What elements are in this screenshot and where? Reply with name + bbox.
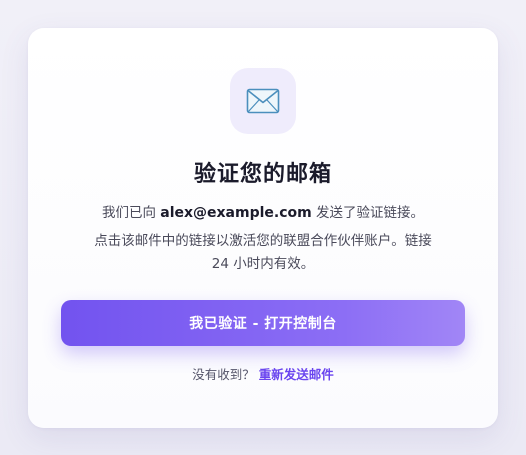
open-dashboard-button[interactable]: 我已验证 - 打开控制台 [61, 300, 465, 346]
sent-message: 我们已向 alex@example.com 发送了验证链接。 [28, 201, 498, 221]
envelope-icon [246, 88, 280, 114]
sent-message-prefix: 我们已向 [101, 205, 161, 221]
resend-row: 没有收到？ 重新发送邮件 [28, 364, 498, 383]
resend-prompt: 没有收到？ [192, 367, 255, 382]
verification-card: 验证您的邮箱 我们已向 alex@example.com 发送了验证链接。 点击… [28, 28, 498, 428]
instructions-text: 点击该邮件中的链接以激活您的联盟合作伙伴账户。链接 24 小时内有效。 [94, 233, 432, 272]
resend-email-link[interactable]: 重新发送邮件 [259, 367, 334, 382]
envelope-icon-container [230, 68, 296, 134]
page-title: 验证您的邮箱 [193, 162, 332, 187]
sent-message-suffix: 发送了验证链接。 [311, 205, 425, 221]
email-address: alex@example.com [160, 205, 312, 221]
